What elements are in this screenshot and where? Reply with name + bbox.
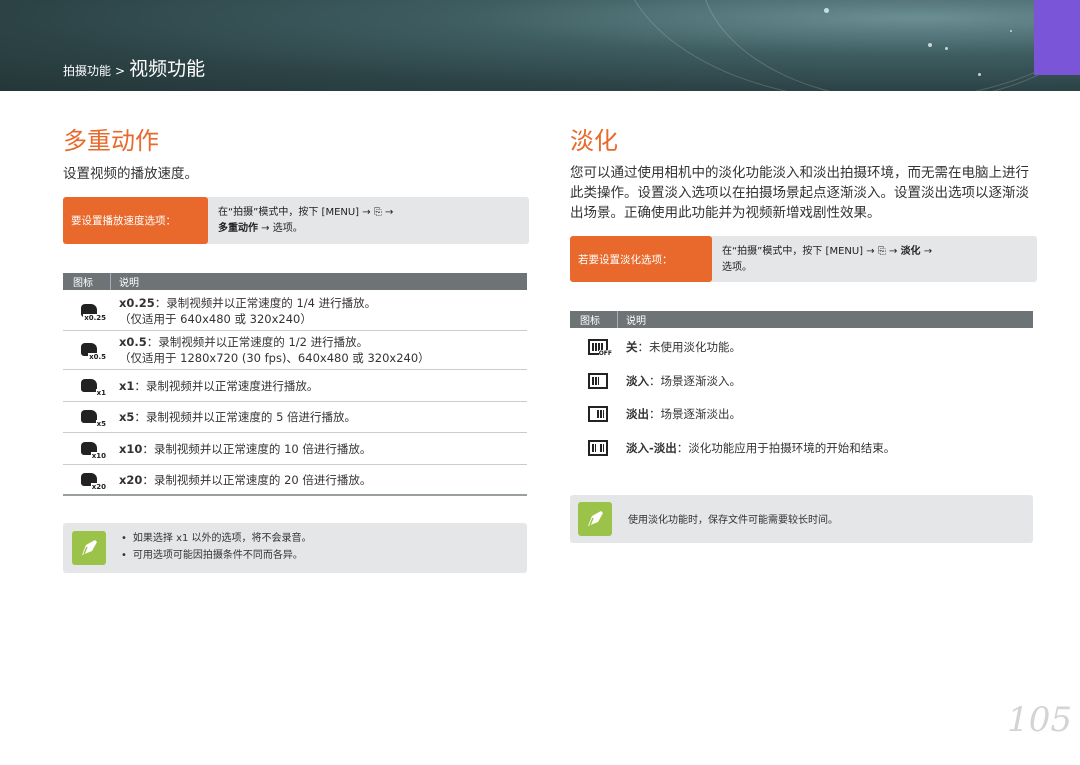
header-desc-col: 说明 [119,278,139,289]
decor-sparkle [1010,30,1012,32]
fade-in-out-icon [570,440,626,456]
instruction-rest: → 选项。 [258,223,303,234]
row-description: x1：录制视频并以正常速度进行播放。 [119,378,319,393]
left-note-box: 如果选择 x1 以外的选项，将不会录音。 可用选项可能因拍摄条件不同而各异。 [63,523,527,573]
fade-out-icon [570,405,626,422]
note-item: 可用选项可能因拍摄条件不同而各异。 [121,547,312,564]
row-description: x0.5：录制视频并以正常速度的 1/2 进行播放。 （仅适用于 1280x72… [119,335,430,365]
left-table-header: 图标 说明 [63,273,527,290]
table-row: x1 x1：录制视频并以正常速度进行播放。 [63,370,527,402]
instruction-line: 多重动作 → 选项。 [218,221,529,237]
instruction-bold: 多重动作 [218,223,258,234]
row-description: x20：录制视频并以正常速度的 20 倍进行播放。 [119,472,372,487]
page-number: 105 [1007,700,1072,740]
row-description: x5：录制视频并以正常速度的 5 倍进行播放。 [119,410,357,424]
table-row: x0.25 x0.25：录制视频并以正常速度的 1/4 进行播放。 （仅适用于 … [63,291,527,331]
decor-sparkle [824,8,829,13]
left-section-title: 多重动作 [63,127,159,155]
table-row: x20 x20：录制视频并以正常速度的 20 倍进行播放。 [63,465,527,496]
speed-x10-icon: x10 [63,440,119,460]
right-note-box: 使用淡化功能时，保存文件可能需要较长时间。 [570,495,1033,543]
pen-note-icon [578,502,612,536]
table-row: 淡出：场景逐渐淡出。 [570,397,1033,430]
right-instruction-box: 若要设置淡化选项： 在“拍摄”模式中，按下 [MENU] → ⎘ → 淡化 → … [570,236,1037,282]
speed-x0.5-icon: x0.5 [63,341,119,361]
note-item: 如果选择 x1 以外的选项，将不会录音。 [121,530,312,547]
instruction-label: 要设置播放速度选项： [63,197,208,244]
instruction-line: 在“拍摄”模式中，按下 [MENU] → ⎘ → 淡化 → [722,246,933,257]
right-section-title: 淡化 [570,127,618,155]
row-description: 淡出：场景逐渐淡出。 [626,406,741,421]
decor-sparkle [928,43,932,47]
table-row: OFF 关：未使用淡化功能。 [570,329,1033,365]
note-text: 使用淡化功能时，保存文件可能需要较长时间。 [628,515,838,526]
speed-x1-icon: x1 [63,377,119,397]
header-icon-col: 图标 [63,273,111,290]
note-list: 如果选择 x1 以外的选项，将不会录音。 可用选项可能因拍摄条件不同而各异。 [121,530,312,564]
instruction-text: 在“拍摄”模式中，按下 [MENU] → ⎘ → 多重动作 → 选项。 [204,197,529,244]
fade-off-icon: OFF [570,339,626,357]
decor-arc [620,0,1080,91]
fade-in-icon [570,373,626,389]
row-description: 淡入-淡出：淡化功能应用于拍摄环境的开始和结束。 [626,441,896,455]
speed-x5-icon: x5 [63,408,119,428]
instruction-text: 在“拍摄”模式中，按下 [MENU] → ⎘ → 淡化 → 选项。 [708,236,1037,282]
breadcrumb-current: 视频功能 [129,58,206,80]
section-tab[interactable] [1034,0,1080,75]
breadcrumb-separator: > [115,64,126,78]
table-row: x10 x10：录制视频并以正常速度的 10 倍进行播放。 [63,433,527,465]
instruction-line: 选项。 [722,262,752,273]
pen-note-icon [72,531,106,565]
instruction-label: 若要设置淡化选项： [570,236,712,282]
decor-sparkle [978,73,981,76]
row-description: 关：未使用淡化功能。 [626,340,741,354]
header-icon-col: 图标 [570,311,618,328]
header-desc-col: 说明 [626,316,646,327]
left-instruction-box: 要设置播放速度选项： 在“拍摄”模式中，按下 [MENU] → ⎘ → 多重动作… [63,197,529,244]
right-table-header: 图标 说明 [570,311,1033,328]
breadcrumb: 拍摄功能 > 视频功能 [63,54,205,81]
table-row: x0.5 x0.5：录制视频并以正常速度的 1/2 进行播放。 （仅适用于 12… [63,331,527,370]
speed-x20-icon: x20 [63,471,119,491]
right-lead-text: 您可以通过使用相机中的淡化功能淡入和淡出拍摄环境，而无需在电脑上进行此类操作。设… [570,165,1029,221]
row-description: 淡入：场景逐渐淡入。 [626,374,741,388]
instruction-line: 在“拍摄”模式中，按下 [MENU] → ⎘ → [218,207,394,218]
row-description: x10：录制视频并以正常速度的 10 倍进行播放。 [119,441,372,456]
table-row: 淡入：场景逐渐淡入。 [570,365,1033,397]
speed-x0.25-icon: x0.25 [63,302,119,322]
table-row: 淡入-淡出：淡化功能应用于拍摄环境的开始和结束。 [570,430,1033,466]
page-header: 拍摄功能 > 视频功能 [0,0,1080,91]
row-description: x0.25：录制视频并以正常速度的 1/4 进行播放。 （仅适用于 640x48… [119,295,377,326]
breadcrumb-parent[interactable]: 拍摄功能 [63,62,111,79]
table-row: x5 x5：录制视频并以正常速度的 5 倍进行播放。 [63,402,527,433]
left-lead-text: 设置视频的播放速度。 [63,166,198,182]
decor-sparkle [945,47,948,50]
